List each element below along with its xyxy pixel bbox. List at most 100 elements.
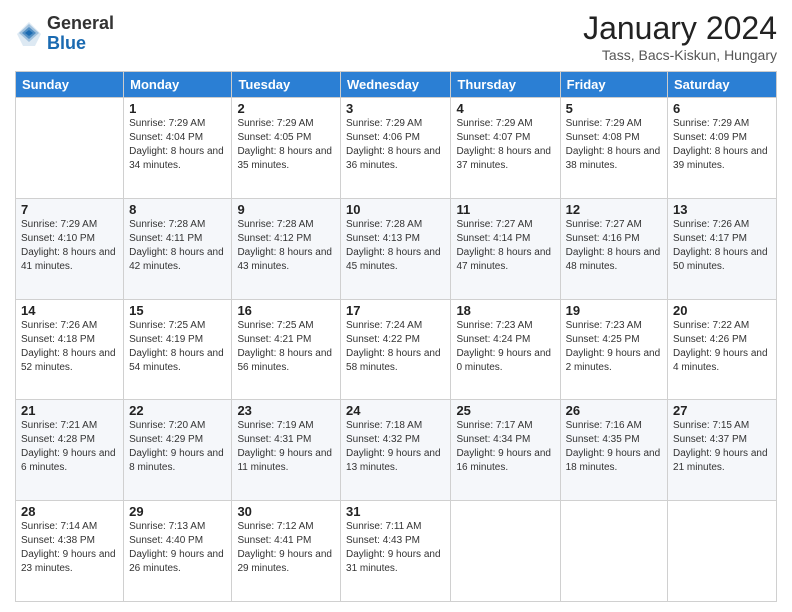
calendar-cell [668,501,777,602]
day-number: 3 [346,101,445,116]
header-wednesday: Wednesday [341,72,451,98]
day-info: Sunrise: 7:25 AMSunset: 4:19 PMDaylight:… [129,319,226,375]
calendar-cell: 15 Sunrise: 7:25 AMSunset: 4:19 PMDaylig… [124,299,232,400]
calendar-table: Sunday Monday Tuesday Wednesday Thursday… [15,71,777,602]
calendar-cell: 26 Sunrise: 7:16 AMSunset: 4:35 PMDaylig… [560,400,667,501]
day-info: Sunrise: 7:15 AMSunset: 4:37 PMDaylight:… [673,419,771,475]
location-title: Tass, Bacs-Kiskun, Hungary [583,47,777,63]
header: General Blue January 2024 Tass, Bacs-Kis… [15,10,777,63]
calendar-cell: 14 Sunrise: 7:26 AMSunset: 4:18 PMDaylig… [16,299,124,400]
day-info: Sunrise: 7:17 AMSunset: 4:34 PMDaylight:… [456,419,554,475]
day-number: 8 [129,202,226,217]
day-number: 6 [673,101,771,116]
day-info: Sunrise: 7:29 AMSunset: 4:05 PMDaylight:… [237,117,335,173]
day-info: Sunrise: 7:28 AMSunset: 4:12 PMDaylight:… [237,218,335,274]
day-info: Sunrise: 7:27 AMSunset: 4:14 PMDaylight:… [456,218,554,274]
day-number: 18 [456,303,554,318]
calendar-cell: 5 Sunrise: 7:29 AMSunset: 4:08 PMDayligh… [560,98,667,199]
calendar-cell: 25 Sunrise: 7:17 AMSunset: 4:34 PMDaylig… [451,400,560,501]
day-info: Sunrise: 7:29 AMSunset: 4:06 PMDaylight:… [346,117,445,173]
day-info: Sunrise: 7:21 AMSunset: 4:28 PMDaylight:… [21,419,118,475]
day-number: 1 [129,101,226,116]
calendar-cell: 31 Sunrise: 7:11 AMSunset: 4:43 PMDaylig… [341,501,451,602]
calendar-week-row: 28 Sunrise: 7:14 AMSunset: 4:38 PMDaylig… [16,501,777,602]
day-number: 19 [566,303,662,318]
day-info: Sunrise: 7:29 AMSunset: 4:07 PMDaylight:… [456,117,554,173]
header-saturday: Saturday [668,72,777,98]
header-thursday: Thursday [451,72,560,98]
calendar-cell: 3 Sunrise: 7:29 AMSunset: 4:06 PMDayligh… [341,98,451,199]
calendar-cell: 9 Sunrise: 7:28 AMSunset: 4:12 PMDayligh… [232,198,341,299]
day-number: 2 [237,101,335,116]
day-info: Sunrise: 7:20 AMSunset: 4:29 PMDaylight:… [129,419,226,475]
calendar-cell: 19 Sunrise: 7:23 AMSunset: 4:25 PMDaylig… [560,299,667,400]
calendar-week-row: 1 Sunrise: 7:29 AMSunset: 4:04 PMDayligh… [16,98,777,199]
calendar-cell: 8 Sunrise: 7:28 AMSunset: 4:11 PMDayligh… [124,198,232,299]
day-number: 16 [237,303,335,318]
logo-icon [15,20,43,48]
day-number: 26 [566,403,662,418]
day-info: Sunrise: 7:26 AMSunset: 4:18 PMDaylight:… [21,319,118,375]
logo-text: General Blue [47,14,114,54]
day-number: 22 [129,403,226,418]
calendar-cell: 18 Sunrise: 7:23 AMSunset: 4:24 PMDaylig… [451,299,560,400]
day-info: Sunrise: 7:13 AMSunset: 4:40 PMDaylight:… [129,520,226,576]
calendar-cell: 30 Sunrise: 7:12 AMSunset: 4:41 PMDaylig… [232,501,341,602]
day-info: Sunrise: 7:28 AMSunset: 4:13 PMDaylight:… [346,218,445,274]
day-info: Sunrise: 7:29 AMSunset: 4:10 PMDaylight:… [21,218,118,274]
day-number: 12 [566,202,662,217]
calendar-cell: 12 Sunrise: 7:27 AMSunset: 4:16 PMDaylig… [560,198,667,299]
day-number: 5 [566,101,662,116]
day-number: 7 [21,202,118,217]
calendar-cell: 16 Sunrise: 7:25 AMSunset: 4:21 PMDaylig… [232,299,341,400]
day-number: 4 [456,101,554,116]
day-number: 31 [346,504,445,519]
day-number: 24 [346,403,445,418]
day-info: Sunrise: 7:27 AMSunset: 4:16 PMDaylight:… [566,218,662,274]
day-number: 28 [21,504,118,519]
day-number: 13 [673,202,771,217]
day-number: 23 [237,403,335,418]
calendar-cell: 10 Sunrise: 7:28 AMSunset: 4:13 PMDaylig… [341,198,451,299]
weekday-header-row: Sunday Monday Tuesday Wednesday Thursday… [16,72,777,98]
day-info: Sunrise: 7:25 AMSunset: 4:21 PMDaylight:… [237,319,335,375]
title-section: January 2024 Tass, Bacs-Kiskun, Hungary [583,10,777,63]
page: General Blue January 2024 Tass, Bacs-Kis… [0,0,792,612]
day-info: Sunrise: 7:11 AMSunset: 4:43 PMDaylight:… [346,520,445,576]
logo-general-text: General [47,14,114,34]
day-info: Sunrise: 7:16 AMSunset: 4:35 PMDaylight:… [566,419,662,475]
day-info: Sunrise: 7:14 AMSunset: 4:38 PMDaylight:… [21,520,118,576]
day-number: 20 [673,303,771,318]
calendar-cell: 20 Sunrise: 7:22 AMSunset: 4:26 PMDaylig… [668,299,777,400]
day-info: Sunrise: 7:28 AMSunset: 4:11 PMDaylight:… [129,218,226,274]
header-monday: Monday [124,72,232,98]
day-info: Sunrise: 7:29 AMSunset: 4:04 PMDaylight:… [129,117,226,173]
calendar-cell: 11 Sunrise: 7:27 AMSunset: 4:14 PMDaylig… [451,198,560,299]
calendar-cell: 2 Sunrise: 7:29 AMSunset: 4:05 PMDayligh… [232,98,341,199]
logo: General Blue [15,14,114,54]
calendar-week-row: 14 Sunrise: 7:26 AMSunset: 4:18 PMDaylig… [16,299,777,400]
header-friday: Friday [560,72,667,98]
day-info: Sunrise: 7:29 AMSunset: 4:09 PMDaylight:… [673,117,771,173]
calendar-cell: 27 Sunrise: 7:15 AMSunset: 4:37 PMDaylig… [668,400,777,501]
header-sunday: Sunday [16,72,124,98]
calendar-cell: 6 Sunrise: 7:29 AMSunset: 4:09 PMDayligh… [668,98,777,199]
day-number: 11 [456,202,554,217]
day-number: 10 [346,202,445,217]
calendar-week-row: 7 Sunrise: 7:29 AMSunset: 4:10 PMDayligh… [16,198,777,299]
logo-blue-text: Blue [47,34,114,54]
calendar-cell: 13 Sunrise: 7:26 AMSunset: 4:17 PMDaylig… [668,198,777,299]
day-number: 9 [237,202,335,217]
calendar-cell: 1 Sunrise: 7:29 AMSunset: 4:04 PMDayligh… [124,98,232,199]
day-info: Sunrise: 7:18 AMSunset: 4:32 PMDaylight:… [346,419,445,475]
day-number: 29 [129,504,226,519]
day-info: Sunrise: 7:26 AMSunset: 4:17 PMDaylight:… [673,218,771,274]
day-number: 15 [129,303,226,318]
calendar-cell [560,501,667,602]
day-number: 17 [346,303,445,318]
day-number: 25 [456,403,554,418]
day-info: Sunrise: 7:23 AMSunset: 4:25 PMDaylight:… [566,319,662,375]
day-info: Sunrise: 7:12 AMSunset: 4:41 PMDaylight:… [237,520,335,576]
day-number: 27 [673,403,771,418]
day-number: 21 [21,403,118,418]
